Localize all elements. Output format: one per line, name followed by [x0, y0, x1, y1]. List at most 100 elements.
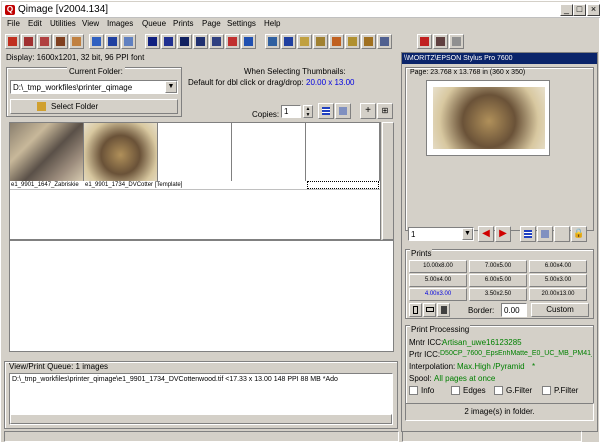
copies-spinner[interactable]: ▲ ▼: [303, 105, 313, 118]
menu-edit[interactable]: Edit: [28, 19, 42, 28]
queue-row[interactable]: D:\_tmp_workfiles\printer_qimage\e1_9901…: [12, 376, 338, 383]
trash-icon[interactable]: [437, 303, 450, 317]
next-page-icon[interactable]: ▶: [495, 226, 511, 242]
spool-value[interactable]: All pages at once: [434, 374, 495, 383]
mntr-icc-value[interactable]: Artisan_uwe16123285: [442, 338, 522, 347]
properties-icon[interactable]: [69, 34, 84, 49]
add-to-queue-icon[interactable]: +: [360, 103, 376, 119]
rotate-icon[interactable]: [265, 34, 280, 49]
menu-images[interactable]: Images: [107, 19, 133, 28]
window-title: Qimage [v2004.134]: [18, 4, 109, 15]
print-size-4x3[interactable]: 4.00x3.00: [409, 288, 467, 301]
maximize-button[interactable]: □: [573, 4, 586, 16]
list-layout-icon[interactable]: [318, 103, 334, 119]
page-grid-icon[interactable]: [537, 226, 553, 242]
preview-image[interactable]: [433, 87, 545, 149]
thumb-caption-1: e1_9901_1647_Zabriskie: [11, 182, 79, 188]
mail-icon[interactable]: [329, 34, 344, 49]
dropdown-arrow-icon[interactable]: ▼: [165, 81, 177, 93]
pfilter-checkbox[interactable]: [542, 386, 551, 395]
queue-hscrollbar[interactable]: [10, 414, 392, 424]
menu-help[interactable]: Help: [264, 19, 280, 28]
title-bar: Q Qimage [v2004.134] _ □ ×: [2, 2, 600, 18]
page-preview-group: Page: 23.768 x 13.768 in (360 x 350): [405, 67, 594, 231]
folder-status: 2 image(s) in folder.: [405, 403, 594, 421]
copies-input[interactable]: 1: [281, 105, 301, 118]
menu-view[interactable]: View: [82, 19, 99, 28]
print-size-6x5[interactable]: 6.00x5.00: [469, 274, 527, 287]
menu-page[interactable]: Page: [202, 19, 221, 28]
printer-setup-icon[interactable]: [449, 34, 464, 49]
border-input[interactable]: 0.00: [501, 303, 527, 317]
grid-layout-icon[interactable]: [335, 103, 351, 119]
layout-3-icon[interactable]: [177, 34, 192, 49]
layout-2-icon[interactable]: [161, 34, 176, 49]
thumbnail-zabriskie[interactable]: [10, 123, 84, 181]
prtr-icc-value[interactable]: D50CP_7600_EpsEnhMatte_E0_UC_MB_PM41_7: [440, 350, 592, 357]
select-all-icon[interactable]: [89, 34, 104, 49]
book-icon[interactable]: [281, 34, 296, 49]
page-dropdown-icon[interactable]: ▼: [462, 228, 473, 240]
interpolation-value[interactable]: Max.High /Pyramid: [457, 362, 525, 371]
info-label: Info: [421, 386, 435, 395]
print-size-10x8[interactable]: 10.00x8.00: [409, 260, 467, 273]
notes-icon[interactable]: [361, 34, 376, 49]
print-preview-icon[interactable]: [433, 34, 448, 49]
thumbnail-view-icon[interactable]: [121, 34, 136, 49]
app-icon: Q: [5, 5, 15, 15]
copy-icon[interactable]: [345, 34, 360, 49]
select-folder-button[interactable]: Select Folder: [10, 99, 178, 114]
print-size-6x4[interactable]: 6.00x4.00: [529, 260, 587, 273]
layout-4-icon[interactable]: [193, 34, 208, 49]
layout-1-icon[interactable]: [145, 34, 160, 49]
print-size-7x5[interactable]: 7.00x5.00: [469, 260, 527, 273]
save-icon[interactable]: [37, 34, 52, 49]
print-size-20x13[interactable]: 20.00x13.00: [529, 288, 587, 301]
thumbnail-area-empty: [9, 240, 394, 352]
menu-queue[interactable]: Queue: [142, 19, 166, 28]
toggle-icon[interactable]: [377, 34, 392, 49]
border-value: 0.00: [504, 306, 520, 315]
gfilter-checkbox[interactable]: [494, 386, 503, 395]
print-size-3.5x2.5[interactable]: 3.50x2.50: [469, 288, 527, 301]
crop-icon[interactable]: [225, 34, 240, 49]
menu-file[interactable]: File: [7, 19, 20, 28]
menu-utilities[interactable]: Utilities: [50, 19, 76, 28]
edges-checkbox[interactable]: [451, 386, 460, 395]
filmstrip-icon[interactable]: [297, 34, 312, 49]
thumbnail-scrollbar[interactable]: [382, 122, 394, 240]
folder-path-select[interactable]: D:\_tmp_workfiles\printer_qimage ▼: [10, 80, 178, 94]
page-select[interactable]: 1 ▼: [408, 227, 474, 241]
menu-bar: File Edit Utilities View Images Queue Pr…: [2, 18, 600, 32]
portrait-icon[interactable]: [409, 303, 422, 317]
info-checkbox[interactable]: [409, 386, 418, 395]
edit-image-icon[interactable]: [53, 34, 68, 49]
prtr-icc-label: Prtr ICC:: [409, 350, 441, 359]
folder-icon: [37, 102, 46, 111]
grid-icon[interactable]: [313, 34, 328, 49]
page-list-icon[interactable]: [520, 226, 536, 242]
landscape-icon[interactable]: [423, 303, 436, 317]
open-file-icon[interactable]: [5, 34, 20, 49]
page-blank-icon[interactable]: [554, 226, 570, 242]
prints-group: Prints 10.00x8.00 7.00x5.00 6.00x4.00 5.…: [405, 249, 594, 319]
prev-page-icon[interactable]: ◀: [478, 226, 494, 242]
print-size-5x3[interactable]: 5.00x3.00: [529, 274, 587, 287]
print-size-5x4[interactable]: 5.00x4.00: [409, 274, 467, 287]
menu-settings[interactable]: Settings: [227, 19, 256, 28]
thumbnail-dvcotter[interactable]: [84, 123, 158, 181]
fit-page-icon[interactable]: [241, 34, 256, 49]
queue-options-icon[interactable]: ⊞: [377, 103, 393, 119]
edges-label: Edges: [463, 386, 486, 395]
layout-5-icon[interactable]: [209, 34, 224, 49]
lock-icon[interactable]: 🔒: [571, 226, 587, 242]
print-icon[interactable]: [417, 34, 432, 49]
page-view-icon[interactable]: [105, 34, 120, 49]
current-folder-label: Current Folder:: [67, 67, 125, 76]
minimize-button[interactable]: _: [560, 4, 573, 16]
custom-button[interactable]: Custom: [531, 303, 589, 317]
close-button[interactable]: ×: [587, 4, 600, 16]
queue-list[interactable]: D:\_tmp_workfiles\printer_qimage\e1_9901…: [9, 373, 393, 425]
open-folder-icon[interactable]: [21, 34, 36, 49]
menu-prints[interactable]: Prints: [173, 19, 193, 28]
